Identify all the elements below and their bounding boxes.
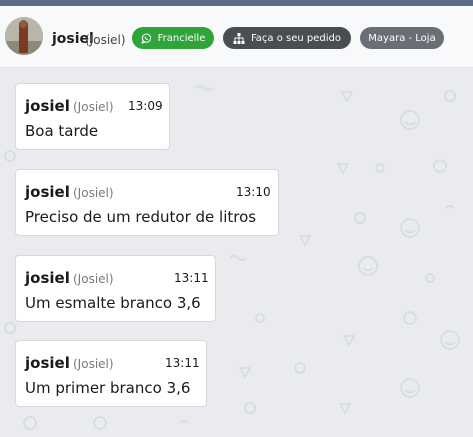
avatar[interactable] bbox=[5, 17, 43, 55]
order-button[interactable]: Faça o seu pedido bbox=[223, 27, 351, 49]
message-text: Preciso de um redutor de litros bbox=[25, 208, 257, 226]
chat-header: josiel (Josiel) Francielle Faça o seu pe… bbox=[0, 6, 473, 68]
whatsapp-icon bbox=[140, 33, 151, 44]
message-sender: josiel bbox=[25, 183, 70, 201]
message-bubble: josiel (Josiel) 13:09 Boa tarde bbox=[15, 83, 170, 150]
message-time: 13:11 bbox=[165, 356, 200, 370]
message-time: 13:11 bbox=[174, 271, 209, 285]
message-sender-nickname: (Josiel) bbox=[73, 100, 114, 114]
message-sender: josiel bbox=[25, 354, 70, 372]
chat-area[interactable]: josiel (Josiel) 13:09 Boa tarde josiel (… bbox=[0, 68, 473, 437]
message-bubble: josiel (Josiel) 13:11 Um esmalte branco … bbox=[15, 255, 216, 322]
message-time: 13:10 bbox=[236, 185, 271, 199]
avatar-photo bbox=[5, 17, 43, 55]
contact-nickname: (Josiel) bbox=[85, 33, 126, 47]
message-bubble: josiel (Josiel) 13:10 Preciso de um redu… bbox=[15, 169, 279, 236]
order-label: Faça o seu pedido bbox=[250, 32, 342, 44]
sitemap-icon bbox=[233, 32, 245, 44]
store-label: Mayara - Loja bbox=[368, 32, 436, 44]
message-sender: josiel bbox=[25, 269, 70, 287]
message-sender-nickname: (Josiel) bbox=[73, 357, 114, 371]
message-text: Um primer branco 3,6 bbox=[25, 379, 191, 397]
agent-label: Francielle bbox=[157, 32, 206, 44]
store-button[interactable]: Mayara - Loja bbox=[360, 27, 444, 49]
agent-button[interactable]: Francielle bbox=[132, 27, 214, 49]
message-time: 13:09 bbox=[128, 99, 163, 113]
message-sender: josiel bbox=[25, 97, 70, 115]
message-text: Um esmalte branco 3,6 bbox=[25, 294, 201, 312]
message-text: Boa tarde bbox=[25, 122, 99, 140]
message-sender-nickname: (Josiel) bbox=[73, 272, 114, 286]
message-sender-nickname: (Josiel) bbox=[73, 186, 114, 200]
message-bubble: josiel (Josiel) 13:11 Um primer branco 3… bbox=[15, 340, 207, 407]
